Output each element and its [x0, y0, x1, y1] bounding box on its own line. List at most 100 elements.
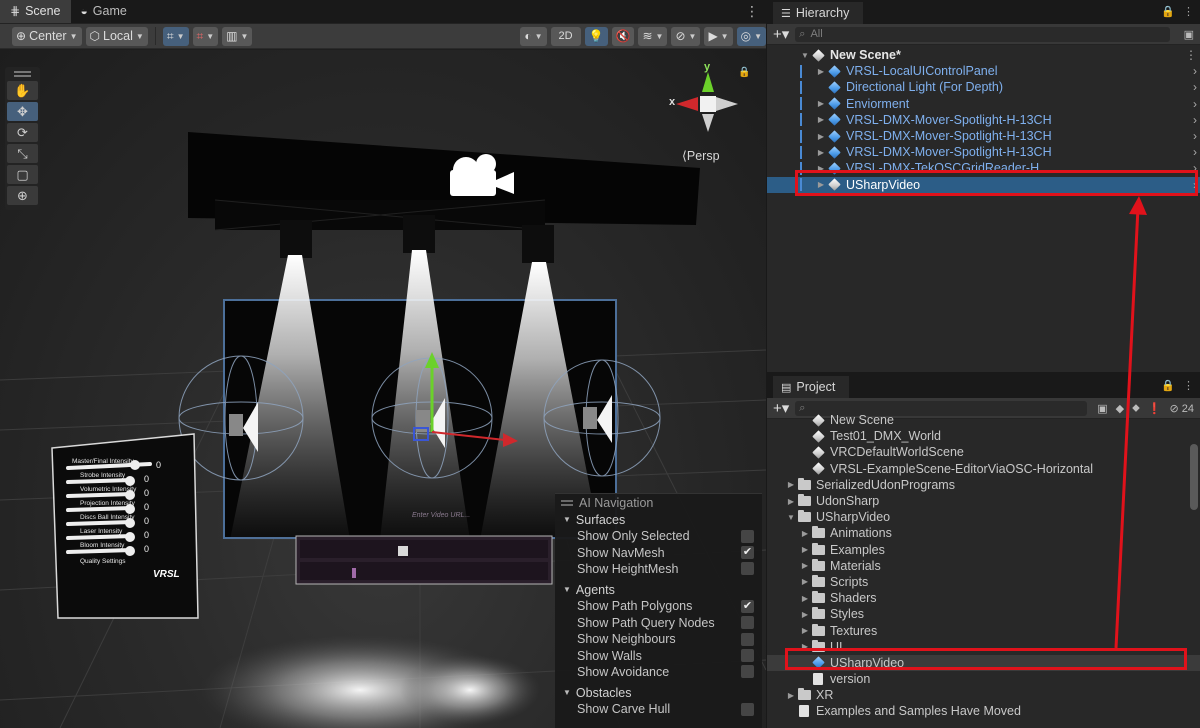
- project-row[interactable]: Examples and Samples Have Moved: [767, 703, 1200, 719]
- chevron-right-icon[interactable]: ▶: [785, 497, 797, 506]
- chevron-right-icon[interactable]: ▶: [815, 67, 827, 76]
- chevron-right-icon[interactable]: ▶: [799, 529, 811, 538]
- ai-nav-section-2[interactable]: ▼ Obstacles: [555, 684, 762, 701]
- chevron-right-icon[interactable]: ›: [1193, 129, 1197, 143]
- chevron-right-icon[interactable]: ›: [1193, 161, 1197, 175]
- ai-nav-section-0[interactable]: ▼ Surfaces: [555, 511, 762, 528]
- scene-root-row[interactable]: ▼ New Scene* ⋮: [767, 47, 1200, 63]
- hierarchy-row[interactable]: ▶ VRSL-DMX-Mover-Spotlight-H-13CH ›: [767, 112, 1200, 128]
- chevron-right-icon[interactable]: ▶: [815, 99, 827, 108]
- hierarchy-row[interactable]: ▶ Enviorment ›: [767, 96, 1200, 112]
- project-row[interactable]: ▼ USharpVideo: [767, 509, 1200, 525]
- hierarchy-row[interactable]: ▶ VRSL-DMX-Mover-Spotlight-H-13CH ›: [767, 144, 1200, 160]
- draw-mode-dropdown[interactable]: ◐ ▼: [520, 26, 547, 46]
- hand-tool[interactable]: ✋: [7, 81, 38, 100]
- project-row[interactable]: ▶ Styles: [767, 606, 1200, 622]
- scene-viewport[interactable]: Master/Final Intensity Strobe Intensity …: [0, 50, 766, 728]
- project-row[interactable]: ▶ Animations: [767, 525, 1200, 541]
- chevron-right-icon[interactable]: ▶: [815, 148, 827, 157]
- chevron-right-icon[interactable]: ▶: [815, 115, 827, 124]
- checkbox[interactable]: [741, 529, 754, 543]
- project-row[interactable]: version: [767, 671, 1200, 687]
- chevron-right-icon[interactable]: ▶: [799, 577, 811, 586]
- search-options-icon[interactable]: ▣: [1184, 28, 1194, 41]
- chevron-down-icon[interactable]: ▼: [799, 51, 811, 60]
- ai-nav-option[interactable]: Show Path Query Nodes: [555, 615, 762, 631]
- grid-visibility-toggle[interactable]: ▥ ▼: [222, 26, 253, 46]
- persp-toggle[interactable]: ⟨Persp: [682, 148, 720, 163]
- project-row[interactable]: ▶ Examples: [767, 542, 1200, 558]
- overlay-grip[interactable]: [561, 499, 573, 506]
- chevron-right-icon[interactable]: ›: [1193, 145, 1197, 159]
- project-row[interactable]: ▶ SerializedUdonPrograms: [767, 477, 1200, 493]
- checkbox[interactable]: [741, 632, 754, 646]
- gizmos-dropdown[interactable]: ◎ ▼: [736, 26, 766, 46]
- more-options-icon[interactable]: ⋮: [1183, 379, 1194, 392]
- move-tool[interactable]: ✥: [7, 102, 38, 121]
- hierarchy-search-input[interactable]: ⌕ All: [795, 26, 1170, 42]
- rotate-tool[interactable]: ⟳: [7, 123, 38, 142]
- rect-tool[interactable]: ▢: [7, 165, 38, 184]
- chevron-right-icon[interactable]: ▶: [799, 642, 811, 651]
- checkbox[interactable]: [741, 665, 754, 679]
- lock-icon[interactable]: 🔒: [1161, 5, 1175, 18]
- checkbox[interactable]: [741, 616, 754, 630]
- chevron-right-icon[interactable]: ▶: [799, 626, 811, 635]
- space-local-dropdown[interactable]: ⬡ Local ▼: [85, 26, 148, 46]
- chevron-right-icon[interactable]: ›: [1193, 178, 1197, 192]
- checkbox[interactable]: ✔: [741, 599, 754, 613]
- chevron-right-icon[interactable]: ▶: [815, 132, 827, 141]
- hierarchy-row[interactable]: ▶ VRSL-LocalUIControlPanel ›: [767, 63, 1200, 79]
- project-row[interactable]: ▶ Scripts: [767, 574, 1200, 590]
- checkbox[interactable]: [741, 562, 754, 576]
- chevron-right-icon[interactable]: ▶: [785, 480, 797, 489]
- ai-nav-option[interactable]: Show NavMesh ✔: [555, 544, 762, 560]
- project-row[interactable]: VRCDefaultWorldScene: [767, 444, 1200, 460]
- camera-settings-dropdown[interactable]: ▶ ▼: [704, 26, 733, 46]
- tab-game[interactable]: ◒ Game: [71, 0, 137, 23]
- chevron-right-icon[interactable]: ▶: [799, 545, 811, 554]
- project-row[interactable]: ▶ UI: [767, 639, 1200, 655]
- project-row[interactable]: Test01_DMX_World: [767, 428, 1200, 444]
- hierarchy-row[interactable]: ▶ VRSL-DMX-TekOSCGridReader-H ›: [767, 160, 1200, 176]
- hidden-objects-toggle[interactable]: ⊘ ▼: [671, 26, 701, 46]
- chevron-right-icon[interactable]: ›: [1193, 64, 1197, 78]
- chevron-down-icon[interactable]: ▼: [785, 513, 797, 522]
- ai-nav-section-1[interactable]: ▼ Agents: [555, 581, 762, 598]
- create-plus-button[interactable]: +▾: [773, 25, 789, 43]
- tab-scene[interactable]: ⋕ Scene: [0, 0, 71, 23]
- mode-2d-toggle[interactable]: 2D: [550, 26, 581, 46]
- chevron-right-icon[interactable]: ▶: [799, 610, 811, 619]
- project-row[interactable]: ▶ Shaders: [767, 590, 1200, 606]
- project-row[interactable]: ▶ Materials: [767, 558, 1200, 574]
- hierarchy-row[interactable]: ▶ USharpVideo ›: [767, 176, 1200, 193]
- chevron-right-icon[interactable]: ›: [1193, 113, 1197, 127]
- chevron-right-icon[interactable]: ›: [1193, 97, 1197, 111]
- ai-nav-option[interactable]: Show Path Polygons ✔: [555, 598, 762, 614]
- chevron-right-icon[interactable]: ▶: [785, 691, 797, 700]
- scale-tool[interactable]: ⤡: [7, 144, 38, 163]
- more-options-icon[interactable]: ⋮: [1185, 48, 1197, 62]
- checkbox[interactable]: [741, 702, 754, 716]
- ai-nav-option[interactable]: Show Only Selected: [555, 528, 762, 544]
- ai-nav-header[interactable]: AI Navigation: [555, 494, 762, 511]
- project-row[interactable]: VRSL-ExampleScene-EditorViaOSC-Horizonta…: [767, 461, 1200, 477]
- chevron-right-icon[interactable]: ▶: [799, 561, 811, 570]
- more-options-icon[interactable]: ⋮: [1183, 5, 1194, 18]
- project-scrollbar[interactable]: [1190, 444, 1198, 510]
- effects-dropdown[interactable]: ≋ ▼: [638, 26, 668, 46]
- ai-nav-option[interactable]: Show Avoidance: [555, 664, 762, 680]
- project-row[interactable]: USharpVideo: [767, 654, 1200, 671]
- transform-tool[interactable]: ⊕: [7, 186, 38, 205]
- chevron-right-icon[interactable]: ›: [1193, 80, 1197, 94]
- increment-snap-toggle[interactable]: ⌗ ▼: [192, 26, 219, 46]
- lock-icon[interactable]: 🔒: [738, 67, 750, 78]
- checkbox[interactable]: ✔: [741, 546, 754, 560]
- audio-toggle[interactable]: 🔇: [611, 26, 635, 46]
- ai-nav-option[interactable]: Show Neighbours: [555, 631, 762, 647]
- hierarchy-row[interactable]: ▶ VRSL-DMX-Mover-Spotlight-H-13CH ›: [767, 128, 1200, 144]
- checkbox[interactable]: [741, 649, 754, 663]
- ai-nav-option[interactable]: Show Carve Hull: [555, 701, 762, 717]
- chevron-right-icon[interactable]: ▶: [815, 180, 827, 189]
- ai-nav-option[interactable]: Show Walls: [555, 647, 762, 663]
